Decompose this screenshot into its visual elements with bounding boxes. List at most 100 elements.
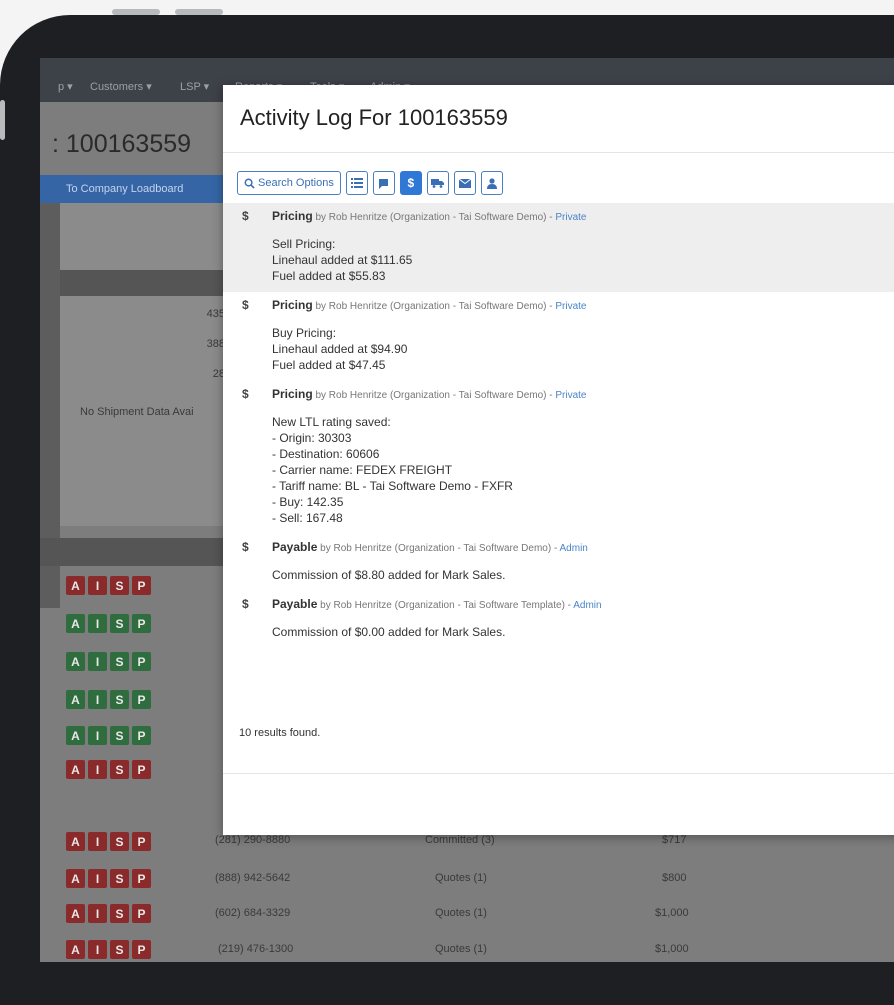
asp-badges: AISP xyxy=(66,760,151,779)
phone-cell: (602) 684-3329 xyxy=(215,907,291,919)
activity-entry[interactable]: $ Pricing by Rob Henritze (Organization … xyxy=(223,381,894,534)
background-stats-panel: 435 388 28 No Shipment Data Avai xyxy=(60,296,225,526)
entry-line: Sell Pricing: xyxy=(272,237,336,251)
nav-item[interactable]: Customers ▾ xyxy=(90,80,152,93)
asp-badges: AISP xyxy=(66,726,151,745)
entry-type: Pricing xyxy=(272,387,313,401)
list-icon xyxy=(350,178,363,188)
entry-line: Commission of $8.80 added for Mark Sales… xyxy=(272,568,506,582)
entry-line: Linehaul added at $94.90 xyxy=(272,342,408,356)
phone-cell: (888) 942-5642 xyxy=(215,872,291,884)
entry-visibility: Private xyxy=(555,301,587,312)
company-loadboard-button[interactable]: To Company Loadboard xyxy=(40,175,225,203)
entry-line: - Origin: 30303 xyxy=(272,431,352,445)
search-options-button[interactable]: Search Options xyxy=(237,171,341,195)
amount-cell: $800 xyxy=(662,872,687,884)
amount-cell: $1,000 xyxy=(655,943,689,955)
entry-type: Pricing xyxy=(272,209,313,223)
entry-body: Commission of $0.00 added for Mark Sales… xyxy=(272,624,894,640)
entry-type: Payable xyxy=(272,540,318,554)
entry-line: Commission of $0.00 added for Mark Sales… xyxy=(272,625,506,639)
phone-cell: (219) 476-1300 xyxy=(218,943,294,955)
entry-meta: by Rob Henritze (Organization - Tai Soft… xyxy=(312,212,556,223)
background-section-header xyxy=(60,270,225,296)
activity-log-modal: Activity Log For 100163559 Search Option… xyxy=(223,85,894,835)
entry-line: Fuel added at $47.45 xyxy=(272,358,386,372)
entry-line: - Carrier name: FEDEX FREIGHT xyxy=(272,463,453,477)
dollar-icon: $ xyxy=(242,540,249,554)
asp-badges: AISP xyxy=(66,940,151,959)
search-options-label: Search Options xyxy=(258,177,334,189)
table-row[interactable]: AISP (888) 942-5642 Quotes (1) $800 xyxy=(40,869,894,907)
dollar-icon: $ xyxy=(242,387,249,401)
entry-line: - Tariff name: BL - Tai Software Demo - … xyxy=(272,479,513,493)
modal-title: Activity Log For 100163559 xyxy=(240,105,508,130)
entry-visibility: Private xyxy=(555,390,587,401)
activity-entries: $ Pricing by Rob Henritze (Organization … xyxy=(223,203,894,648)
entry-type: Payable xyxy=(272,597,318,611)
entry-header: Payable by Rob Henritze (Organization - … xyxy=(272,540,894,554)
entry-line: - Destination: 60606 xyxy=(272,447,380,461)
no-shipment-data-text: No Shipment Data Avai xyxy=(80,406,194,418)
device-top-button-2 xyxy=(175,9,223,15)
entry-meta: by Rob Henritze (Organization - Tai Soft… xyxy=(312,301,556,312)
entry-line: Linehaul added at $111.65 xyxy=(272,253,413,267)
device-side-button xyxy=(0,100,5,140)
entry-type: Pricing xyxy=(272,298,313,312)
nav-item[interactable]: LSP ▾ xyxy=(180,80,209,93)
entry-body: Buy Pricing: Linehaul added at $94.90 Fu… xyxy=(272,325,894,373)
entry-meta: by Rob Henritze (Organization - Tai Soft… xyxy=(312,390,556,401)
entry-visibility: Admin xyxy=(573,600,602,611)
entry-visibility: Admin xyxy=(559,543,588,554)
activity-entry[interactable]: $ Payable by Rob Henritze (Organization … xyxy=(223,591,894,648)
entry-header: Pricing by Rob Henritze (Organization - … xyxy=(272,387,894,401)
entry-line: - Buy: 142.35 xyxy=(272,495,344,509)
envelope-icon xyxy=(458,178,471,188)
search-icon xyxy=(244,178,255,189)
filter-all-button[interactable] xyxy=(345,171,368,195)
amount-cell: $717 xyxy=(662,834,687,846)
activity-entry[interactable]: $ Payable by Rob Henritze (Organization … xyxy=(223,534,894,591)
results-count: 10 results found. xyxy=(239,727,321,739)
truck-icon xyxy=(431,179,445,188)
device-top-button xyxy=(112,9,160,15)
phone-cell: (281) 290-8880 xyxy=(215,834,291,846)
status-cell: Quotes (1) xyxy=(435,943,487,955)
status-cell: Committed (3) xyxy=(425,834,495,846)
entry-header: Payable by Rob Henritze (Organization - … xyxy=(272,597,894,611)
asp-badges: AISP xyxy=(66,832,151,851)
asp-badges: AISP xyxy=(66,652,151,671)
filter-shipping-button[interactable] xyxy=(426,171,449,195)
background-panel-top xyxy=(60,203,225,270)
modal-header-divider xyxy=(223,152,894,153)
table-row[interactable]: AISP (219) 476-1300 Quotes (1) $1,000 xyxy=(40,940,894,962)
table-row[interactable]: AISP (602) 684-3329 Quotes (1) $1,000 xyxy=(40,904,894,942)
filter-email-button[interactable] xyxy=(453,171,476,195)
modal-footer-divider xyxy=(223,773,894,774)
activity-entry[interactable]: $ Pricing by Rob Henritze (Organization … xyxy=(223,292,894,381)
table-row[interactable]: AISP (281) 290-8880 Committed (3) $717 xyxy=(40,832,894,870)
asp-badges: AISP xyxy=(66,869,151,888)
entry-line: New LTL rating saved: xyxy=(272,415,391,429)
entry-visibility: Private xyxy=(555,212,587,223)
activity-toolbar: Search Options $ xyxy=(237,171,503,195)
dollar-icon: $ xyxy=(242,597,249,611)
user-icon xyxy=(486,177,497,189)
status-cell: Quotes (1) xyxy=(435,872,487,884)
entry-line: Fuel added at $55.83 xyxy=(272,269,386,283)
entry-meta: by Rob Henritze (Organization - Tai Soft… xyxy=(317,543,560,554)
asp-badges: AISP xyxy=(66,690,151,709)
entry-line: Buy Pricing: xyxy=(272,326,337,340)
activity-entry[interactable]: $ Pricing by Rob Henritze (Organization … xyxy=(223,203,894,292)
nav-item[interactable]: p ▾ xyxy=(58,80,73,93)
entry-line: - Sell: 167.48 xyxy=(272,511,343,525)
filter-comments-button[interactable] xyxy=(372,171,395,195)
entry-body: New LTL rating saved: - Origin: 30303 - … xyxy=(272,414,894,526)
asp-badges: AISP xyxy=(66,576,151,595)
entry-meta: by Rob Henritze (Organization - Tai Soft… xyxy=(317,600,574,611)
filter-user-button[interactable] xyxy=(480,171,503,195)
entry-header: Pricing by Rob Henritze (Organization - … xyxy=(272,298,894,312)
filter-pricing-button[interactable]: $ xyxy=(399,171,422,195)
amount-cell: $1,000 xyxy=(655,907,689,919)
dollar-icon: $ xyxy=(407,176,415,190)
